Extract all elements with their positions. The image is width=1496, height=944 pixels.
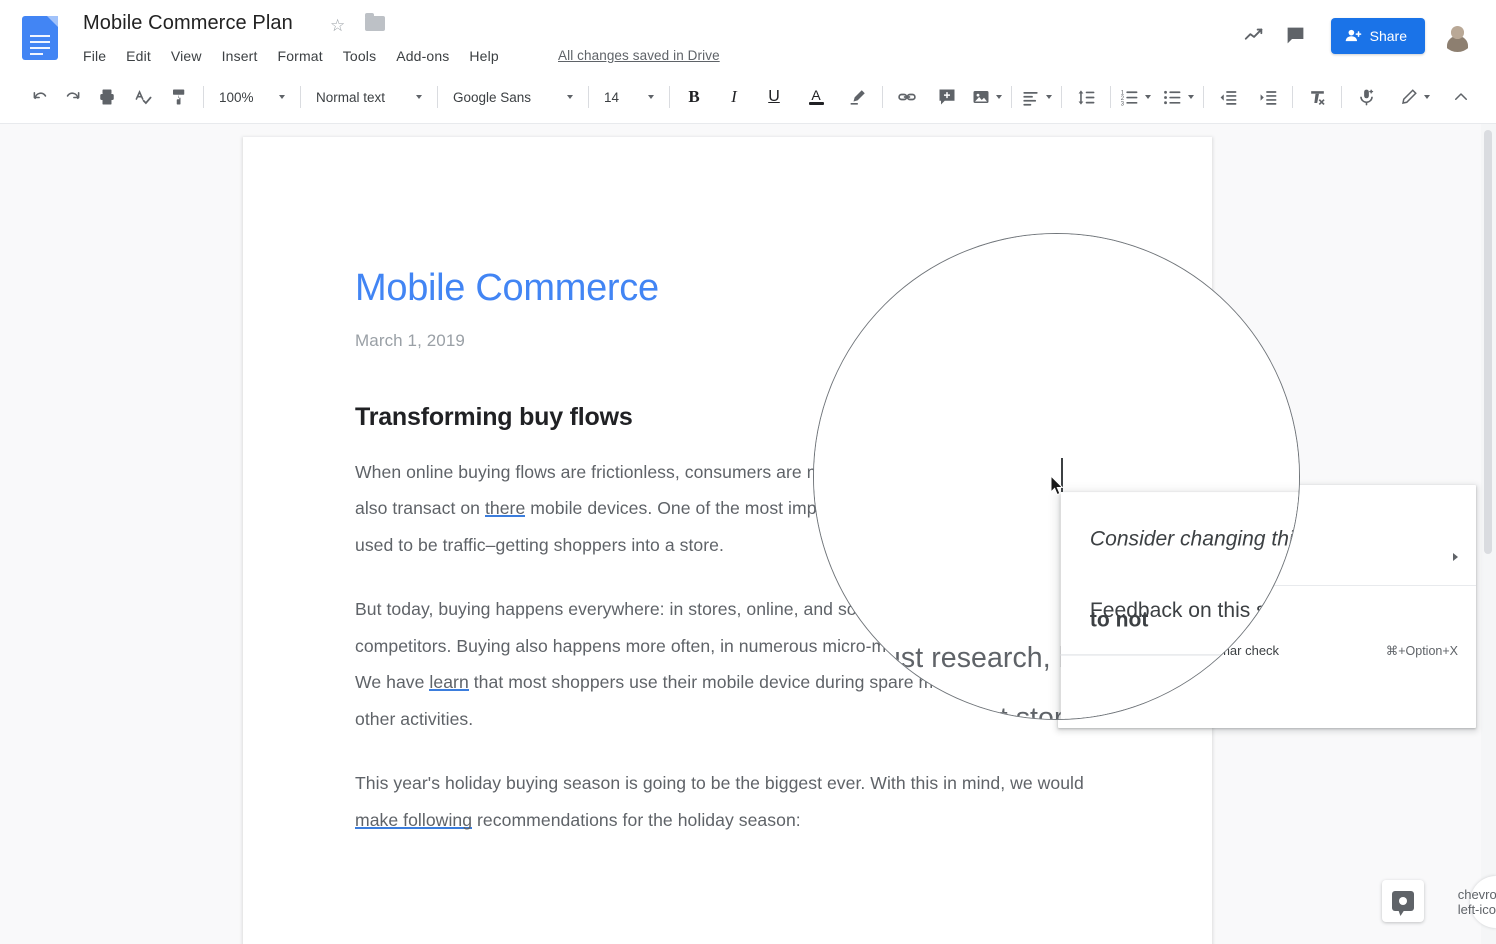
collapse-toolbar-icon[interactable]	[1446, 82, 1476, 112]
highlight-pen-icon[interactable]	[843, 82, 873, 112]
zoom-selector[interactable]: 100%	[213, 83, 291, 111]
share-label: Share	[1369, 27, 1407, 44]
menu-format[interactable]: Format	[268, 46, 333, 66]
grammar-suggestion-make-following[interactable]: make following	[355, 809, 473, 830]
chevron-down-icon	[1046, 95, 1052, 99]
magnified-grammar-menu: Consider changing this to Feedback on th…	[1060, 492, 1299, 719]
align-left-icon[interactable]	[1021, 82, 1052, 112]
bold-button[interactable]: B	[679, 82, 709, 112]
line-spacing-icon[interactable]	[1071, 82, 1101, 112]
zoom-value: 100%	[219, 89, 254, 105]
edit-mode-pencil-icon[interactable]	[1400, 82, 1430, 112]
chevron-down-icon	[648, 95, 654, 99]
svg-text:3: 3	[1121, 101, 1125, 107]
paint-format-icon[interactable]	[164, 82, 194, 112]
chevron-down-icon	[1188, 95, 1194, 99]
menu-add-ons[interactable]: Add-ons	[386, 46, 459, 66]
document-paragraph-3: This year's holiday buying season is goi…	[355, 765, 1115, 838]
menu-help[interactable]: Help	[459, 46, 508, 66]
font-size-value: 14	[604, 89, 620, 105]
activity-dashboard-icon[interactable]	[1233, 15, 1275, 57]
italic-button[interactable]: I	[719, 82, 749, 112]
paragraph-3-text-a: This year's holiday buying season is goi…	[355, 773, 1084, 794]
insert-image-icon[interactable]	[972, 82, 1002, 112]
vertical-scrollbar[interactable]	[1484, 130, 1492, 554]
magnified-menu-item-consider: Consider changing this to	[1061, 502, 1299, 573]
submenu-arrow-icon	[1453, 553, 1458, 561]
chevron-down-icon	[279, 95, 285, 99]
menu-tools[interactable]: Tools	[333, 46, 386, 66]
menu-item-ignore-shortcut: ⌘+Option+X	[1385, 643, 1458, 658]
decrease-indent-icon[interactable]	[1213, 82, 1243, 112]
style-value: Normal text	[316, 89, 386, 105]
bold-label: B	[688, 87, 700, 106]
text-color-button[interactable]: A	[801, 82, 831, 112]
explore-button[interactable]	[1382, 880, 1424, 922]
menu-edit[interactable]: Edit	[116, 46, 161, 66]
undo-icon[interactable]	[26, 82, 56, 112]
font-size-selector[interactable]: 14	[598, 83, 660, 111]
chevron-down-icon	[1145, 95, 1151, 99]
paragraph-3-text-b: recommendations for the holiday season:	[472, 809, 801, 830]
text-color-swatch	[808, 102, 824, 105]
grammar-suggestion-there[interactable]: there	[484, 498, 526, 519]
magnified-menu-divider	[1060, 654, 1299, 656]
print-icon[interactable]	[92, 82, 122, 112]
underline-button[interactable]: U	[759, 82, 789, 112]
redo-icon[interactable]	[56, 82, 86, 112]
chevron-left-icon: chevron-left-icon	[1457, 887, 1496, 917]
star-icon[interactable]: ☆	[330, 16, 345, 36]
font-value: Google Sans	[453, 89, 532, 105]
italic-label: I	[731, 87, 737, 106]
move-to-folder-icon[interactable]	[365, 13, 385, 31]
menu-view[interactable]: View	[161, 46, 212, 66]
grammar-suggestion-learn[interactable]: learn	[429, 672, 469, 693]
docs-file-icon[interactable]	[22, 16, 58, 60]
menu-file[interactable]: File	[83, 46, 116, 66]
comment-icon[interactable]	[1275, 15, 1317, 57]
font-selector[interactable]: Google Sans	[447, 83, 579, 111]
bulleted-list-icon[interactable]	[1163, 82, 1194, 112]
chevron-down-icon	[996, 95, 1002, 99]
insert-link-icon[interactable]	[892, 82, 922, 112]
document-title[interactable]: Mobile Commerce Plan	[83, 12, 293, 35]
spellcheck-icon[interactable]	[128, 82, 158, 112]
numbered-list-icon[interactable]: 1 2 3	[1120, 82, 1151, 112]
share-button[interactable]: Share	[1330, 17, 1425, 54]
person-add-icon	[1345, 29, 1361, 42]
chevron-down-icon	[567, 95, 573, 99]
underline-label: U	[768, 88, 780, 105]
paragraph-style-selector[interactable]: Normal text	[310, 83, 428, 111]
formatting-toolbar: 100% Normal text Google Sans 14 B I U A …	[0, 71, 1496, 124]
avatar[interactable]	[1441, 19, 1474, 52]
toolbar-right-group	[1400, 82, 1496, 112]
save-status[interactable]: All changes saved in Drive	[558, 48, 720, 63]
chevron-down-icon	[1424, 95, 1430, 99]
clear-formatting-icon[interactable]	[1302, 82, 1332, 112]
google-docs-window: Mobile Commerce Plan ☆ File Edit View In…	[0, 0, 1496, 944]
magnified-consider-label: Consider changing this to	[1089, 525, 1299, 550]
explore-icon	[1392, 891, 1414, 911]
menu-bar: File Edit View Insert Format Tools Add-o…	[83, 46, 509, 66]
magnified-p1-c: for department stores used to be traffic…	[821, 700, 1094, 720]
magnified-suggestion-value: to not	[1089, 607, 1149, 632]
top-right-actions: Share	[1233, 0, 1496, 71]
chevron-down-icon	[416, 95, 422, 99]
sidebar-expand-button[interactable]: chevron-left-icon	[1458, 876, 1496, 928]
menu-insert[interactable]: Insert	[212, 46, 268, 66]
text-color-label: A	[811, 87, 821, 103]
increase-indent-icon[interactable]	[1253, 82, 1283, 112]
scrollbar-track[interactable]	[1481, 124, 1496, 944]
top-bar: Mobile Commerce Plan ☆ File Edit View In…	[0, 0, 1496, 71]
voice-typing-icon[interactable]	[1351, 82, 1381, 112]
mouse-pointer-icon	[1050, 474, 1065, 497]
add-comment-icon[interactable]	[932, 82, 962, 112]
